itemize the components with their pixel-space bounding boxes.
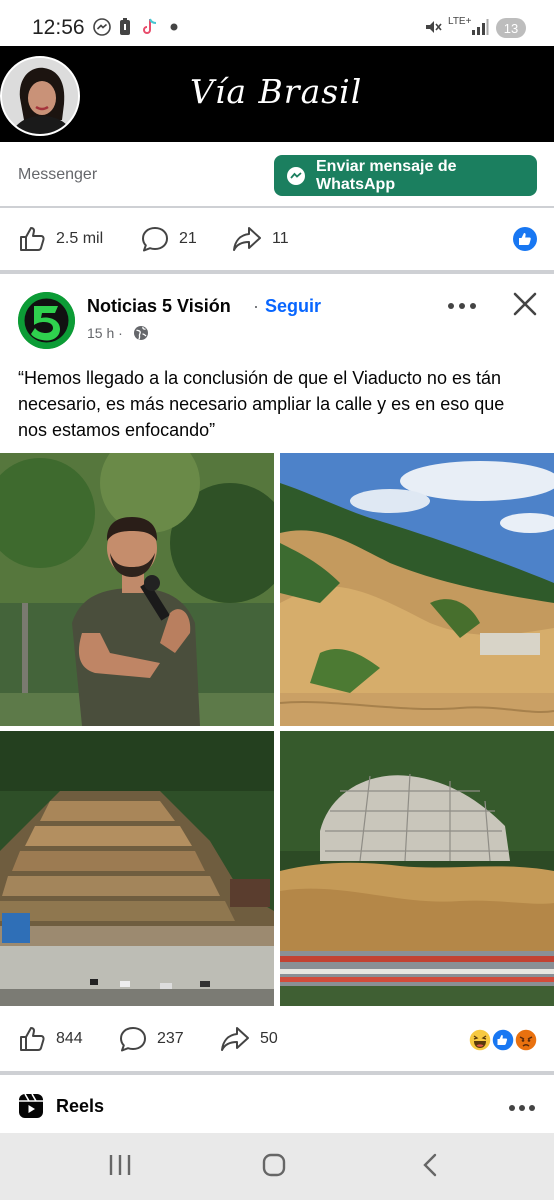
follow-button[interactable]: Seguir bbox=[265, 296, 321, 317]
reels-label[interactable]: Reels bbox=[56, 1096, 104, 1117]
like-icon bbox=[491, 1028, 515, 1052]
comment-count: 21 bbox=[179, 230, 197, 247]
like-button[interactable]: 2.5 mil bbox=[18, 225, 103, 253]
page-avatar[interactable] bbox=[0, 56, 80, 136]
comment-button[interactable]: 21 bbox=[141, 225, 197, 253]
network-type: LTE+ bbox=[448, 16, 472, 27]
like-count: 2.5 mil bbox=[56, 230, 104, 247]
more-options-icon[interactable] bbox=[447, 298, 477, 316]
share-count: 50 bbox=[260, 1030, 278, 1047]
post-author-name[interactable]: Noticias 5 Visión bbox=[87, 296, 231, 317]
battery-badge: 13 bbox=[496, 18, 526, 38]
cover-title: Vía Brasil bbox=[190, 72, 363, 111]
reels-icon bbox=[18, 1093, 44, 1124]
whatsapp-button[interactable]: Enviar mensaje de WhatsApp bbox=[274, 155, 537, 196]
signal-icon bbox=[470, 18, 490, 36]
comment-icon bbox=[142, 227, 168, 252]
share-icon bbox=[221, 1027, 249, 1051]
like-count: 844 bbox=[56, 1030, 83, 1047]
home-icon[interactable] bbox=[262, 1153, 286, 1182]
share-count: 11 bbox=[272, 230, 289, 247]
reels-more-icon[interactable] bbox=[508, 1100, 536, 1118]
like-icon bbox=[20, 227, 45, 251]
divider bbox=[0, 270, 554, 274]
reaction-summary[interactable] bbox=[468, 1028, 540, 1052]
mute-icon bbox=[423, 18, 443, 36]
share-icon bbox=[233, 227, 261, 251]
post-timestamp[interactable]: 15 h · bbox=[87, 325, 123, 341]
angry-icon bbox=[514, 1028, 538, 1052]
post-author-avatar[interactable] bbox=[18, 292, 75, 349]
comment-icon bbox=[120, 1027, 146, 1052]
divider bbox=[0, 206, 554, 208]
post-photo-mesh-slope[interactable] bbox=[280, 731, 554, 1006]
battery-saver-icon bbox=[118, 18, 132, 36]
divider bbox=[0, 1071, 554, 1075]
messenger-icon bbox=[92, 18, 112, 36]
tiktok-icon bbox=[140, 18, 160, 36]
post-text: “Hemos llegado a la conclusión de que el… bbox=[18, 368, 505, 440]
like-button[interactable]: 844 bbox=[18, 1025, 83, 1053]
status-clock: 12:56 bbox=[32, 16, 85, 39]
messenger-label[interactable]: Messenger bbox=[18, 166, 97, 184]
globe-icon bbox=[133, 325, 149, 346]
post-separator: · bbox=[253, 296, 259, 316]
like-reaction-icon bbox=[513, 227, 537, 256]
recent-apps-icon[interactable] bbox=[108, 1153, 132, 1182]
post-photo-speaker[interactable] bbox=[0, 453, 274, 726]
comment-count: 237 bbox=[157, 1030, 184, 1047]
back-icon[interactable] bbox=[420, 1153, 440, 1182]
dot-icon bbox=[168, 18, 180, 36]
whatsapp-button-label: Enviar mensaje de WhatsApp bbox=[316, 157, 457, 193]
share-button[interactable]: 11 bbox=[232, 225, 289, 253]
comment-button[interactable]: 237 bbox=[119, 1025, 184, 1053]
share-button[interactable]: 50 bbox=[220, 1025, 278, 1053]
post-photo-hillside[interactable] bbox=[280, 453, 554, 726]
like-icon bbox=[20, 1027, 45, 1051]
haha-icon bbox=[468, 1028, 492, 1052]
post-photo-terraces[interactable] bbox=[0, 731, 274, 1006]
messenger-chat-icon bbox=[286, 166, 306, 186]
close-icon[interactable] bbox=[513, 292, 537, 321]
